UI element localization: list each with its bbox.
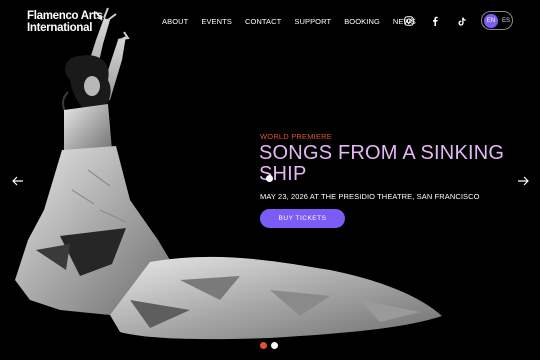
nav-about[interactable]: ABOUT — [162, 17, 188, 26]
carousel-dots — [260, 342, 282, 349]
slide-kicker: WORLD PREMIERE — [260, 132, 332, 141]
tiktok-icon[interactable] — [457, 14, 467, 28]
nav-contact[interactable]: CONTACT — [245, 17, 281, 26]
buy-tickets-button[interactable]: BUY TICKETS — [260, 209, 345, 228]
brand-line-2: International — [27, 21, 93, 34]
slide-date-venue: MAY 23, 2026 AT THE PRESIDIO THEATRE, SA… — [260, 192, 480, 201]
language-en[interactable]: EN — [484, 13, 498, 28]
brand-line-1: Flamenco Arts — [27, 10, 103, 22]
language-es[interactable]: ES — [502, 18, 510, 24]
nav-support[interactable]: SUPPORT — [294, 17, 331, 26]
carousel-dot-2[interactable] — [271, 342, 278, 349]
nav-booking[interactable]: BOOKING — [344, 17, 380, 26]
slide-title: SONGS FROM A SINKING SHIP — [259, 142, 505, 185]
language-toggle[interactable]: EN ES — [481, 11, 513, 30]
instagram-icon[interactable] — [403, 14, 415, 28]
next-slide-arrow-icon[interactable] — [516, 174, 530, 186]
prev-slide-arrow-icon[interactable] — [11, 174, 25, 186]
cursor-dot — [266, 175, 273, 182]
carousel-dot-1[interactable] — [260, 342, 267, 349]
nav-events[interactable]: EVENTS — [201, 17, 232, 26]
facebook-icon[interactable] — [430, 14, 440, 28]
main-nav: ABOUT EVENTS CONTACT SUPPORT BOOKING NEW… — [162, 14, 429, 28]
brand-logo[interactable]: Flamenco Arts International — [27, 10, 117, 34]
